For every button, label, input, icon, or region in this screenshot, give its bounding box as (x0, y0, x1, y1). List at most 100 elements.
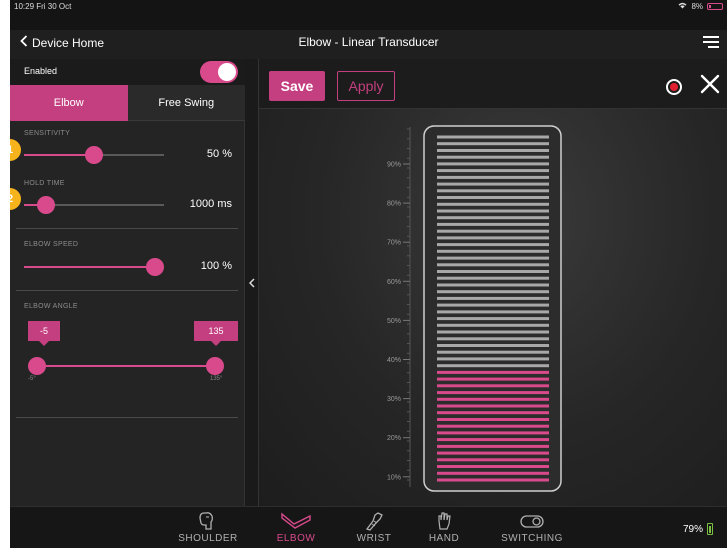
wrist-icon (365, 512, 383, 531)
elbow-speed-label: ELBOW SPEED (24, 241, 79, 248)
divider (16, 228, 238, 229)
tab-switching[interactable]: SWITCHING (490, 507, 574, 548)
tab-hand[interactable]: HAND (418, 507, 470, 548)
battery-icon (707, 523, 713, 535)
status-time: 10:29 Fri 30 Oct (14, 2, 72, 11)
gauge-tick-label: 50% (387, 318, 401, 325)
gauge-bar (437, 256, 549, 260)
sensitivity-slider-thumb[interactable] (85, 146, 103, 164)
gauge-bar (437, 344, 549, 347)
gauge-bar (437, 249, 549, 253)
gauge-bar (437, 438, 549, 442)
elbow-angle-label: ELBOW ANGLE (24, 303, 78, 310)
hand-icon (438, 512, 451, 530)
angle-high-bubble: 135 (194, 321, 238, 346)
gauge-bar (437, 222, 549, 226)
chevron-left-icon (248, 277, 255, 288)
gauge-bar (437, 357, 549, 361)
gauge-frame (423, 125, 562, 492)
menu-icon[interactable] (703, 36, 719, 48)
gauge-bar (437, 162, 549, 166)
gauge-bar (437, 317, 549, 321)
elbow-angle-range-slider[interactable] (28, 357, 224, 375)
action-toolbar: Save Apply (259, 59, 727, 109)
gauge-bar (437, 296, 549, 300)
gauge-bar (437, 323, 549, 327)
angle-high-thumb[interactable] (206, 357, 224, 375)
back-button[interactable]: Device Home (20, 35, 104, 50)
gauge-bar (437, 337, 549, 341)
gauge-bar (437, 135, 549, 139)
gauge-bar (437, 175, 549, 179)
gauge-tick-label: 80% (387, 201, 401, 208)
gauge-bar (437, 169, 549, 173)
tab-elbow-label: ELBOW (276, 533, 316, 544)
gauge-bar (437, 384, 549, 388)
angle-max-label: 135° (210, 376, 223, 382)
transducer-view: Save Apply 90% 80% 70% 60% 50% 40% 30% 20% 10% (259, 59, 727, 506)
gauge-bar (437, 418, 549, 421)
elbow-speed-value: 100 % (200, 260, 232, 272)
record-icon[interactable] (666, 79, 682, 95)
close-icon[interactable] (697, 71, 723, 97)
back-button-label: Device Home (32, 35, 105, 50)
collapse-panel-handle[interactable] (245, 59, 259, 506)
switching-icon (520, 515, 544, 528)
gauge-bar (437, 149, 549, 152)
angle-low-bubble: -5 (28, 321, 60, 346)
gauge-bar (437, 451, 549, 455)
device-battery: 79% (683, 523, 713, 535)
shoulder-icon (199, 512, 213, 530)
gauge-bar (437, 330, 549, 334)
signal-level-gauge: 90% 80% 70% 60% 50% 40% 30% 20% 10% (387, 125, 562, 492)
gauge-bar (437, 216, 549, 220)
gauge-bar (437, 431, 549, 435)
save-button[interactable]: Save (269, 71, 325, 101)
gauge-tick-label: 70% (387, 240, 401, 247)
gauge-bar (437, 202, 549, 206)
gauge-bar (437, 196, 549, 199)
enabled-toggle[interactable] (200, 61, 238, 83)
gauge-bar (437, 229, 549, 233)
gauge-bar (437, 471, 549, 475)
tab-shoulder[interactable]: SHOULDER (168, 507, 248, 548)
elbow-speed-slider[interactable] (24, 258, 164, 276)
gauge-bar (437, 478, 549, 482)
gauge-tick-label: 60% (387, 279, 401, 286)
gauge-bar (437, 444, 549, 448)
tab-elbow[interactable]: Elbow (10, 85, 128, 121)
tab-elbow-joint[interactable]: ELBOW (266, 507, 326, 548)
angle-min-label: -5° (28, 376, 36, 382)
divider (16, 417, 238, 418)
hold-time-slider-thumb[interactable] (37, 196, 55, 214)
tab-free-swing[interactable]: Free Swing (127, 85, 245, 121)
gauge-axis: 90% 80% 70% 60% 50% 40% 30% 20% 10% (387, 127, 411, 487)
settings-panel: Enabled Elbow Free Swing SENSITIVITY 50 … (10, 59, 245, 506)
gauge-bar (437, 182, 549, 186)
hold-time-slider[interactable] (24, 196, 164, 214)
status-indicators: 8% (678, 2, 723, 11)
gauge-tick-label: 30% (387, 396, 401, 403)
tab-wrist[interactable]: WRIST (346, 507, 402, 548)
tab-wrist-label: WRIST (356, 533, 392, 544)
gauge-bar (437, 391, 549, 395)
gauge-bar (437, 209, 549, 213)
gauge-bar (437, 458, 549, 462)
tab-switching-label: SWITCHING (501, 533, 563, 544)
gauge-bar (437, 189, 549, 193)
sensitivity-label: SENSITIVITY (24, 130, 71, 137)
device-battery-percent: 79% (682, 523, 703, 535)
joint-tab-bar: SHOULDER ELBOW WRIST HAND SWITCHING 79% (10, 506, 727, 548)
page-title: Elbow - Linear Transducer (298, 35, 439, 49)
gauge-bar (437, 270, 549, 273)
angle-low-thumb[interactable] (28, 357, 46, 375)
status-bar: 10:29 Fri 30 Oct 8% (10, 0, 727, 30)
chevron-left-icon (20, 35, 28, 50)
gauge-bar (437, 243, 549, 247)
gauge-bar (437, 370, 549, 374)
apply-button[interactable]: Apply (337, 71, 395, 101)
gauge-bar (437, 263, 549, 267)
mode-tabs: Elbow Free Swing (10, 85, 245, 121)
sensitivity-slider[interactable] (24, 146, 164, 164)
sensitivity-value: 50 % (206, 148, 232, 160)
